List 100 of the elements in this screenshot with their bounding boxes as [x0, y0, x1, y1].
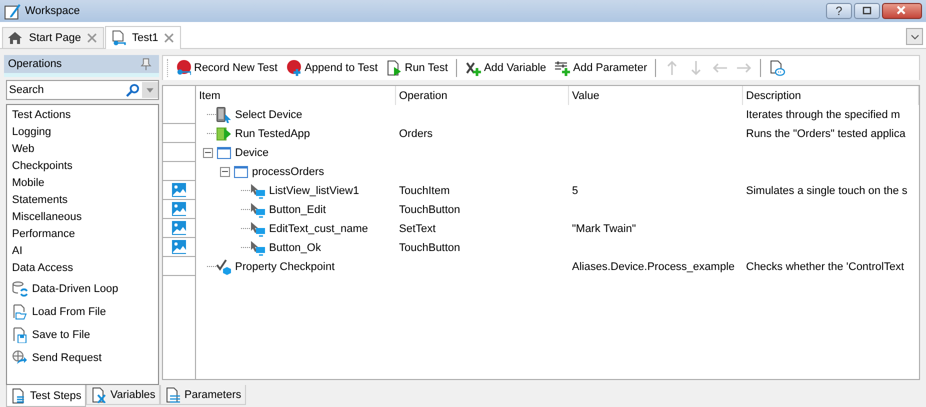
category-item[interactable]: Web: [12, 141, 158, 158]
row-header[interactable]: [163, 181, 196, 200]
collapse-toggle[interactable]: [203, 148, 213, 158]
folder-icon: [12, 304, 28, 320]
loop-icon: [12, 280, 28, 296]
parameter-icon: [165, 386, 182, 402]
table-cell: SetText: [399, 222, 436, 234]
table-cell: Iterates through the specified m: [746, 108, 900, 120]
image-icon: [171, 239, 187, 255]
image-icon: [171, 201, 187, 217]
collapse-toggle[interactable]: [220, 166, 230, 176]
close-button[interactable]: [882, 3, 922, 19]
close-icon[interactable]: [164, 33, 174, 43]
row-header[interactable]: [163, 143, 196, 162]
table-cell: TouchButton: [399, 242, 460, 254]
close-icon[interactable]: [86, 33, 97, 43]
search-icon: [125, 82, 140, 98]
toolbar-button[interactable]: Append to Test: [282, 59, 381, 77]
table-cell: Runs the "Orders" tested applica: [746, 128, 906, 140]
image-icon: [171, 220, 187, 236]
category-item[interactable]: Mobile: [12, 175, 158, 192]
operation-item[interactable]: Data-Driven Loop: [12, 277, 158, 300]
toolbar-button[interactable]: Add Parameter: [551, 59, 650, 77]
document-tab[interactable]: Start Page: [2, 27, 104, 48]
record-icon: [175, 60, 191, 76]
step-item[interactable]: Button_Ok: [269, 242, 321, 254]
toolbar-button[interactable]: Record New Test: [172, 59, 281, 77]
step-item[interactable]: Property Checkpoint: [235, 260, 335, 272]
panel-tab[interactable]: Parameters: [160, 385, 246, 405]
table-cell: Checks whether the 'ControlText: [746, 260, 904, 272]
variable-icon: [91, 386, 108, 402]
tab-list-button[interactable]: [906, 28, 923, 45]
save-icon: [12, 326, 28, 342]
comment-icon: [769, 60, 786, 76]
category-item[interactable]: Logging: [12, 124, 158, 141]
restore-button[interactable]: [854, 3, 880, 19]
run-icon: [386, 60, 402, 76]
search-box[interactable]: Search: [6, 80, 159, 100]
row-header[interactable]: [163, 238, 196, 257]
table-cell: Orders: [399, 128, 433, 140]
table-cell: TouchButton: [399, 204, 460, 216]
panel-title: Operations: [8, 58, 62, 70]
table-cell: TouchItem: [399, 184, 450, 196]
append-icon: [286, 60, 302, 76]
globe-icon: [12, 350, 28, 366]
column-header[interactable]: Description: [743, 86, 919, 105]
category-item[interactable]: Test Actions: [12, 107, 158, 124]
panel-tab[interactable]: Test Steps: [6, 385, 86, 407]
category-item[interactable]: AI: [12, 243, 158, 260]
toolbar-button[interactable]: Run Test: [382, 59, 451, 77]
window-icon: [233, 164, 249, 180]
table-cell: "Mark Twain": [572, 222, 636, 234]
window-icon: [216, 144, 232, 160]
step-item[interactable]: ListView_listView1: [269, 184, 360, 196]
app-icon: [4, 2, 21, 20]
help-button[interactable]: ?: [826, 3, 852, 19]
table-cell: Aliases.Device.Process_example: [572, 260, 735, 272]
row-header[interactable]: [163, 105, 196, 124]
column-header[interactable]: Value: [569, 86, 743, 105]
search-field[interactable]: Search: [9, 84, 125, 96]
table-cell: Simulates a single touch on the s: [746, 184, 908, 196]
step-item[interactable]: Button_Edit: [269, 204, 326, 216]
panel-tab[interactable]: Variables: [86, 385, 160, 405]
pointer-icon: [250, 182, 266, 198]
row-header[interactable]: [163, 257, 196, 276]
column-header[interactable]: Item: [196, 86, 396, 105]
table-cell: 5: [572, 184, 578, 196]
document-tab[interactable]: Test1: [104, 26, 182, 49]
window-title: Workspace: [25, 5, 81, 17]
category-item[interactable]: Checkpoints: [12, 158, 158, 175]
step-item[interactable]: Run TestedApp: [235, 128, 310, 140]
house-icon: [7, 30, 23, 46]
pointer-icon: [250, 220, 266, 236]
pin-icon: [139, 57, 153, 71]
category-item[interactable]: Data Access: [12, 260, 158, 277]
category-item[interactable]: Miscellaneous: [12, 209, 158, 226]
document-key-icon: [110, 30, 126, 46]
row-header[interactable]: [163, 219, 196, 238]
document-icon: [11, 388, 27, 404]
operation-item[interactable]: Save to File: [12, 323, 158, 346]
step-item[interactable]: Select Device: [235, 108, 302, 120]
step-item[interactable]: EditText_cust_name: [269, 222, 368, 234]
play-icon: [216, 126, 232, 142]
checkmark-icon: [216, 258, 232, 274]
toolbar-button[interactable]: Add Variable: [462, 59, 550, 77]
step-item[interactable]: processOrders: [252, 166, 324, 178]
dropdown-button[interactable]: [142, 82, 158, 98]
operation-item[interactable]: Load From File: [12, 300, 158, 323]
variable-icon: [464, 60, 481, 76]
category-item[interactable]: Statements: [12, 192, 158, 209]
row-header[interactable]: [163, 124, 196, 143]
operation-item[interactable]: Send Request: [12, 346, 158, 369]
column-header[interactable]: Operation: [396, 86, 569, 105]
pointer-icon: [250, 240, 266, 256]
row-header[interactable]: [163, 200, 196, 219]
image-icon: [171, 182, 187, 198]
parameter-icon: [554, 60, 570, 76]
row-header[interactable]: [163, 162, 196, 181]
category-item[interactable]: Performance: [12, 226, 158, 243]
step-item[interactable]: Device: [235, 146, 269, 158]
